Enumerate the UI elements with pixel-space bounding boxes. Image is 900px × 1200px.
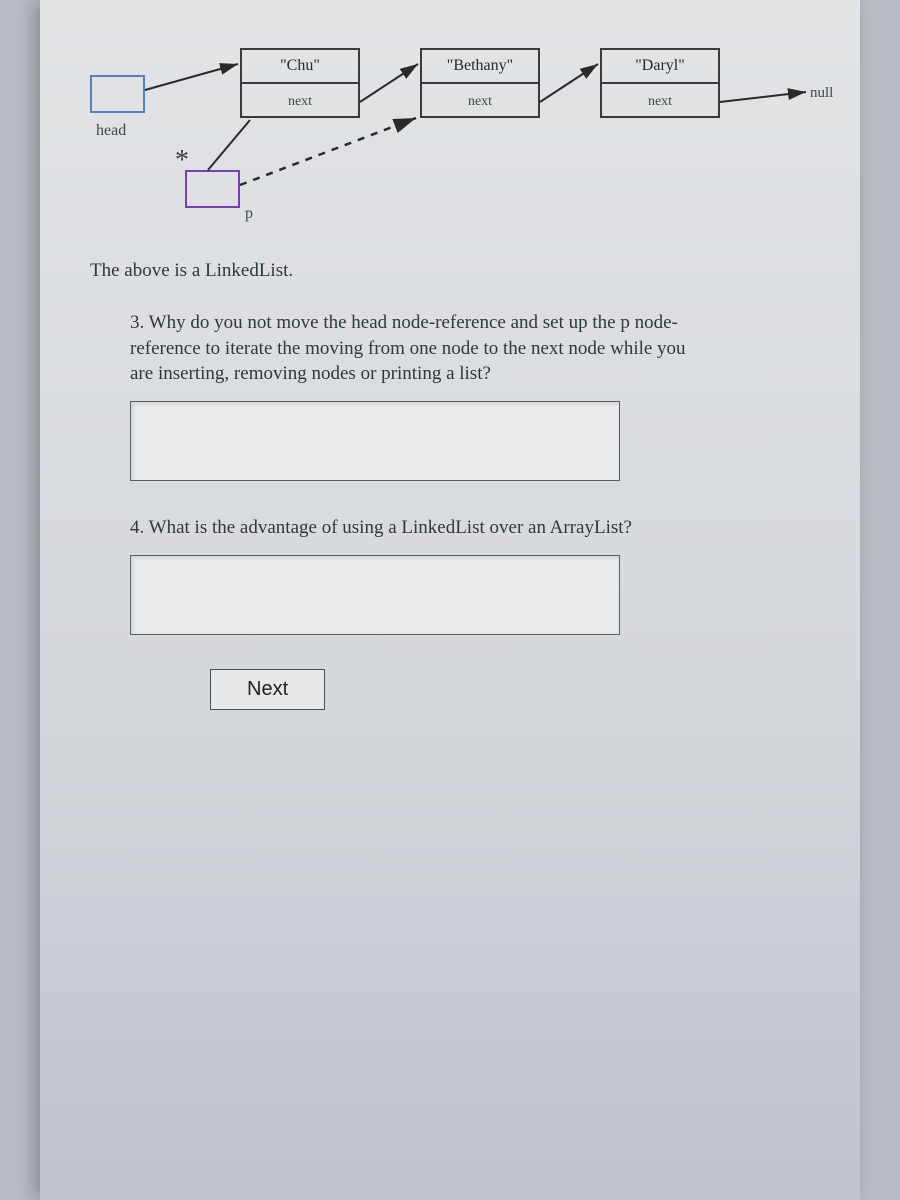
diagram-arrows: [90, 30, 820, 260]
intro-text: The above is a LinkedList.: [90, 260, 820, 282]
question-4: 4. What is the advantage of using a Link…: [130, 515, 690, 541]
question-3: 3. Why do you not move the head node-ref…: [130, 310, 690, 387]
answer-4-input[interactable]: [130, 555, 620, 635]
worksheet-page: head * p "Chu" next "Bethany" next "Dary…: [40, 0, 860, 1200]
answer-3-input[interactable]: [130, 401, 620, 481]
next-button[interactable]: Next: [210, 669, 325, 710]
linked-list-diagram: head * p "Chu" next "Bethany" next "Dary…: [90, 30, 820, 260]
